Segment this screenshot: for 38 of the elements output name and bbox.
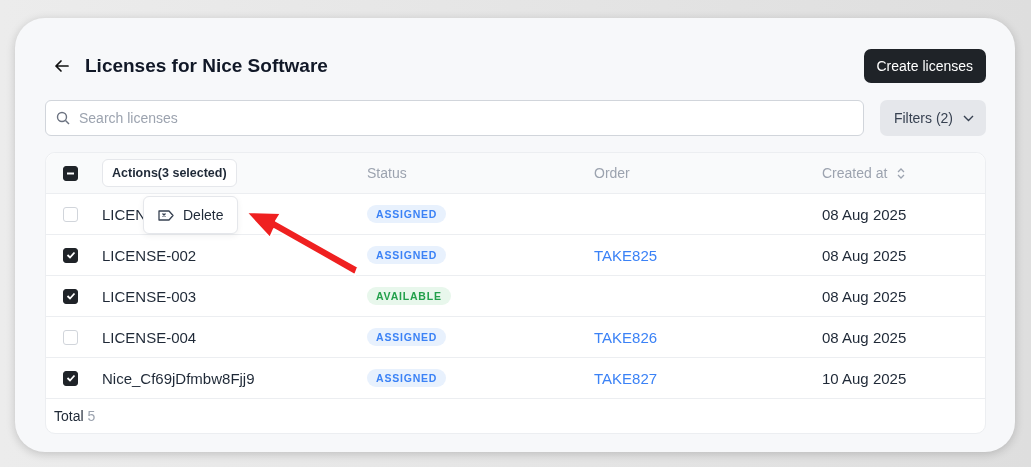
back-arrow-icon[interactable] [53, 57, 71, 75]
created-date: 08 Aug 2025 [822, 205, 908, 223]
order-link[interactable]: TAKE825 [594, 246, 658, 264]
license-name: LICENSE-004 [102, 328, 197, 346]
check-icon [65, 250, 76, 260]
total-label: Total [54, 408, 84, 424]
page-title: Licenses for Nice Software [85, 55, 328, 77]
status-badge: ASSIGNED [367, 246, 447, 264]
delete-menu-item[interactable]: Delete [148, 201, 234, 229]
tag-x-icon [158, 209, 174, 221]
column-header: Status [367, 165, 408, 181]
checkbox[interactable] [63, 370, 78, 386]
search-field[interactable]: Search licenses [45, 100, 864, 136]
created-date: 08 Aug 2025 [822, 287, 908, 305]
check-icon [65, 373, 76, 383]
column-header: Order [594, 165, 631, 181]
license-name: LICENSE-002 [102, 246, 197, 264]
search-icon [56, 111, 70, 125]
chevron-down-icon [963, 114, 974, 122]
license-name: Nice_Cf69jDfmbw8Fjj9 [102, 369, 255, 387]
actions-button[interactable]: Actions(3 selected) [102, 159, 237, 187]
filters-button[interactable]: Filters (2) [879, 100, 986, 136]
total-count: 5 [87, 408, 96, 424]
created-date: 08 Aug 2025 [822, 328, 908, 346]
order-link[interactable]: TAKE826 [594, 328, 658, 346]
create-licenses-button[interactable]: Create licenses [863, 49, 986, 83]
status-badge: ASSIGNED [367, 369, 447, 387]
status-badge: ASSIGNED [367, 205, 447, 223]
status-badge: ASSIGNED [367, 328, 447, 346]
created-date: 08 Aug 2025 [822, 246, 908, 264]
license-name: LICENSE-003 [102, 287, 197, 305]
checkbox[interactable] [63, 165, 78, 181]
created-date: 10 Aug 2025 [822, 369, 908, 387]
checkbox[interactable] [63, 247, 78, 263]
check-icon [65, 291, 76, 301]
checkbox[interactable] [63, 288, 78, 304]
order-link[interactable]: TAKE827 [594, 369, 658, 387]
status-badge: AVAILABLE [367, 287, 451, 305]
